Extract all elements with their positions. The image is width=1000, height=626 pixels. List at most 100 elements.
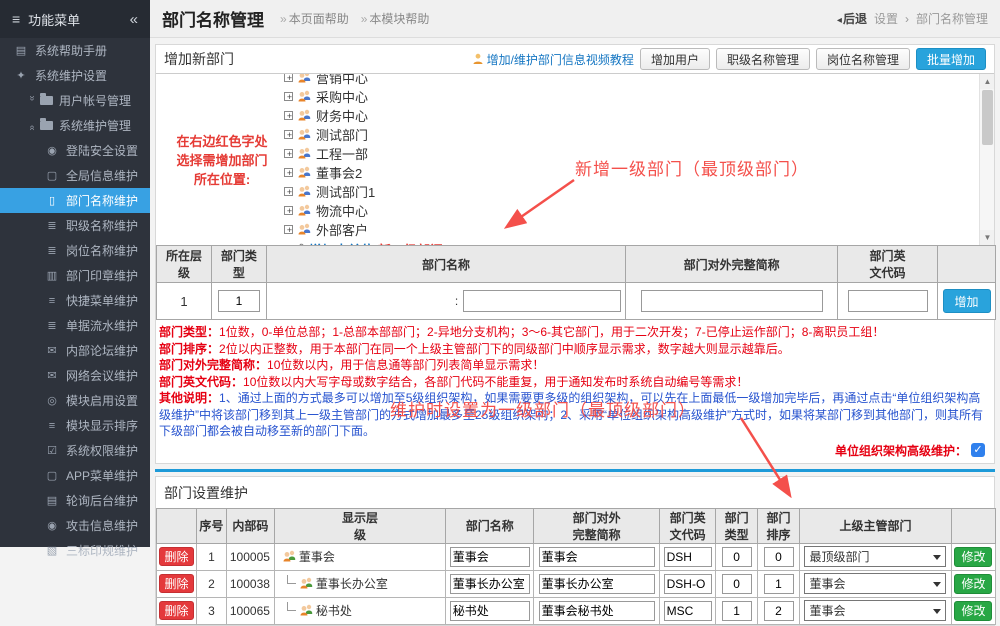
- expand-plus-icon[interactable]: [284, 149, 293, 158]
- short-name-input[interactable]: [641, 290, 823, 312]
- help-link[interactable]: »本模块帮助: [361, 10, 430, 27]
- row-short-input[interactable]: [539, 601, 655, 621]
- delete-button[interactable]: 删除: [159, 601, 194, 620]
- add-button[interactable]: 增加: [943, 289, 991, 313]
- sidebar-item[interactable]: ▢ APP菜单维护: [0, 463, 150, 488]
- sidebar-item[interactable]: ◉ 登陆安全设置: [0, 138, 150, 163]
- parent-department-select[interactable]: 董事会: [804, 573, 946, 594]
- tree-node[interactable]: 物流中心: [284, 201, 443, 220]
- breadcrumb-settings[interactable]: 设置: [874, 10, 898, 27]
- table-row: 删除 3 100065: [157, 597, 996, 624]
- expand-plus-icon[interactable]: [284, 168, 293, 177]
- sidebar-item[interactable]: ▤ 系统帮助手册: [0, 38, 150, 63]
- row-type-input[interactable]: [722, 601, 752, 621]
- row-name-input[interactable]: [450, 601, 530, 621]
- sidebar-item-label: 岗位名称维护: [66, 242, 138, 259]
- expand-plus-icon[interactable]: [284, 206, 293, 215]
- row-en-input[interactable]: [664, 601, 712, 621]
- sidebar-item[interactable]: ▥ 部门印章维护: [0, 263, 150, 288]
- sidebar-item[interactable]: » 系统维护管理: [0, 113, 150, 138]
- tree-node[interactable]: 工程一部: [284, 144, 443, 163]
- video-tutorial-link[interactable]: 增加/维护部门信息视频教程: [472, 51, 634, 68]
- expand-plus-icon[interactable]: [284, 111, 293, 120]
- tree-node[interactable]: 董事会2: [284, 163, 443, 182]
- en-code-input[interactable]: [848, 290, 928, 312]
- sidebar-item[interactable]: ✉ 网络会议维护: [0, 363, 150, 388]
- tree-node[interactable]: 营销中心: [284, 73, 443, 87]
- sidebar-item[interactable]: ▢ 全局信息维护: [0, 163, 150, 188]
- group-people-icon: [297, 90, 312, 103]
- sidebar-menu: ▤ 系统帮助手册 ✦ 系统维护设置 » 用户帐号管理 » 系统维护: [0, 38, 150, 563]
- tree-scrollbar[interactable]: ▲ ▼: [979, 74, 994, 245]
- tree-node[interactable]: 测试部门1: [284, 182, 443, 201]
- sidebar-item[interactable]: » 用户帐号管理: [0, 88, 150, 113]
- parent-department-select[interactable]: 董事会: [804, 600, 946, 621]
- sidebar-item[interactable]: ≣ 单据流水维护: [0, 313, 150, 338]
- sidebar-item[interactable]: ≣ 岗位名称维护: [0, 238, 150, 263]
- sidebar-item[interactable]: ◉ 攻击信息维护: [0, 513, 150, 538]
- toolbar-button[interactable]: 增加用户: [640, 48, 710, 70]
- sidebar-item[interactable]: ▧ 三标印规维护: [0, 538, 150, 563]
- row-level-label: 董事会: [299, 548, 335, 565]
- advanced-maintain-line: 单位组织架构高级维护： ✓: [159, 440, 991, 463]
- add-top-level-department-link[interactable]: ✎ 增加本单位新一级部门: [294, 239, 443, 245]
- delete-button[interactable]: 删除: [159, 574, 194, 593]
- toolbar-button[interactable]: 岗位名称管理: [816, 48, 910, 70]
- sidebar-item[interactable]: ▯ 部门名称维护: [0, 188, 150, 213]
- scroll-up-icon[interactable]: ▲: [980, 74, 994, 89]
- modify-button[interactable]: 修改: [954, 601, 992, 621]
- row-type-input[interactable]: [722, 547, 752, 567]
- sidebar-item[interactable]: ✉ 内部论坛维护: [0, 338, 150, 363]
- advanced-maintain-checkbox[interactable]: ✓: [971, 443, 985, 457]
- menu-item-icon: ▢: [44, 169, 60, 182]
- row-name-input[interactable]: [450, 574, 530, 594]
- tree-node-label: 营销中心: [316, 73, 368, 87]
- col-header-type: 部门类型: [211, 246, 266, 283]
- scroll-down-icon[interactable]: ▼: [980, 230, 994, 245]
- collapse-sidebar-icon[interactable]: «: [130, 11, 138, 28]
- row-en-input[interactable]: [664, 547, 712, 567]
- modify-button[interactable]: 修改: [954, 547, 992, 567]
- expand-plus-icon[interactable]: [284, 225, 293, 234]
- delete-button[interactable]: 删除: [159, 547, 194, 566]
- row-sort-input[interactable]: [764, 547, 794, 567]
- expand-plus-icon[interactable]: [284, 187, 293, 196]
- row-type-input[interactable]: [722, 574, 752, 594]
- modify-button[interactable]: 修改: [954, 574, 992, 594]
- sidebar-title: 功能菜单: [28, 10, 80, 29]
- scrollbar-thumb[interactable]: [982, 90, 993, 145]
- tree-node[interactable]: 采购中心: [284, 87, 443, 106]
- toolbar-button[interactable]: 职级名称管理: [716, 48, 810, 70]
- tree-node[interactable]: 外部客户: [284, 220, 443, 239]
- menu-item-icon: ◉: [44, 144, 60, 157]
- sidebar-item[interactable]: ✦ 系统维护设置: [0, 63, 150, 88]
- sidebar-item[interactable]: ◎ 模块启用设置: [0, 388, 150, 413]
- row-short-input[interactable]: [539, 547, 655, 567]
- sidebar-item[interactable]: ≣ 职级名称维护: [0, 213, 150, 238]
- expand-plus-icon[interactable]: [284, 130, 293, 139]
- row-en-input[interactable]: [664, 574, 712, 594]
- row-sort-input[interactable]: [764, 601, 794, 621]
- parent-department-select[interactable]: 最顶级部门: [804, 546, 946, 567]
- row-sort-input[interactable]: [764, 574, 794, 594]
- expand-plus-icon[interactable]: [284, 92, 293, 101]
- sidebar-item[interactable]: ☑ 系统权限维护: [0, 438, 150, 463]
- sidebar-item-label: 快捷菜单维护: [66, 292, 138, 309]
- row-short-input[interactable]: [539, 574, 655, 594]
- chevron-icon: »: [27, 121, 38, 131]
- back-button[interactable]: ◂后退: [837, 10, 867, 27]
- menu-item-icon: ▧: [44, 544, 60, 557]
- sidebar-item[interactable]: ≡ 模块显示排序: [0, 413, 150, 438]
- expand-plus-icon[interactable]: [284, 73, 293, 82]
- department-name-input[interactable]: [463, 290, 621, 312]
- tree-node[interactable]: 财务中心: [284, 106, 443, 125]
- tree-node[interactable]: 测试部门: [284, 125, 443, 144]
- row-name-input[interactable]: [450, 547, 530, 567]
- sidebar-item[interactable]: ≡ 快捷菜单维护: [0, 288, 150, 313]
- help-link[interactable]: »本页面帮助: [280, 10, 349, 27]
- sidebar-item[interactable]: ▤ 轮询后台维护: [0, 488, 150, 513]
- sidebar-item-label: 模块显示排序: [66, 417, 138, 434]
- type-input[interactable]: [218, 290, 260, 312]
- batch-add-button[interactable]: 批量增加: [916, 48, 986, 70]
- group-people-icon: [282, 550, 297, 563]
